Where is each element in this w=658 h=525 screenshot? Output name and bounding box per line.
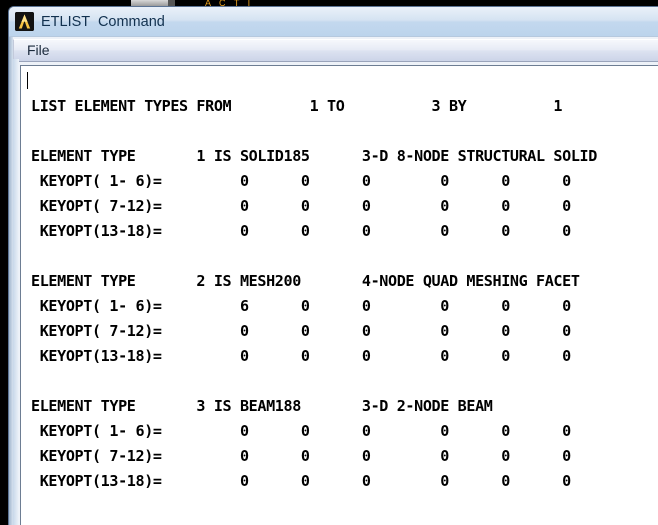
menu-bar: File xyxy=(13,39,658,62)
console-output-text: LIST ELEMENT TYPES FROM 1 TO 3 BY 1 ELEM… xyxy=(31,97,597,490)
window-title-bar[interactable]: ETLIST Command xyxy=(9,7,658,37)
window-title-text: ETLIST Command xyxy=(41,13,165,30)
etlist-command-window: ETLIST Command File LIST ELEMENT TYPES F… xyxy=(8,6,658,525)
text-caret xyxy=(27,72,28,89)
console-output-pane[interactable]: LIST ELEMENT TYPES FROM 1 TO 3 BY 1 ELEM… xyxy=(20,65,658,525)
menu-item-file[interactable]: File xyxy=(14,40,60,61)
window-left-rail-inner xyxy=(13,59,19,525)
ansys-logo-icon xyxy=(15,12,34,31)
